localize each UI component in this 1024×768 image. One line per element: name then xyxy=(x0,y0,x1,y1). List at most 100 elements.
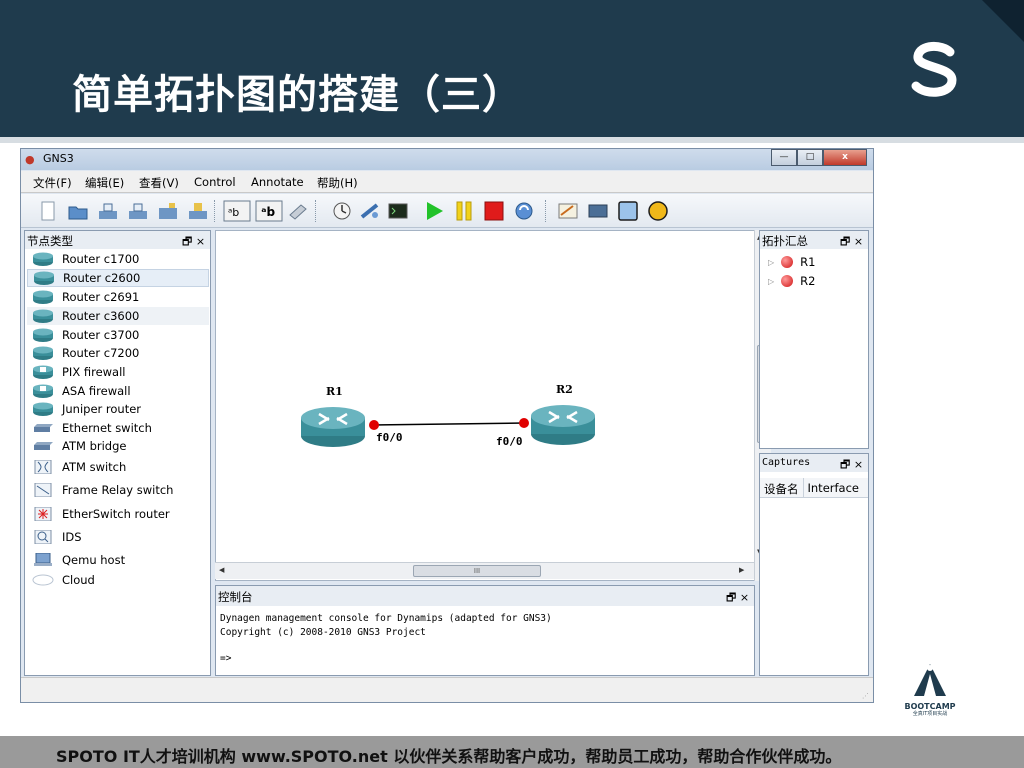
node-type-item[interactable]: Router c3600 xyxy=(27,307,209,325)
toolbar-separator xyxy=(545,200,546,222)
horizontal-scroll-thumb[interactable]: III xyxy=(413,565,541,577)
telnet-all-icon[interactable] xyxy=(359,201,381,221)
topology-summary-controls[interactable]: 🗗 × xyxy=(840,233,863,252)
node-type-label: Router c1700 xyxy=(62,252,140,266)
node-type-item[interactable]: Router c2691 xyxy=(27,288,209,306)
minimize-button[interactable]: — xyxy=(771,149,797,166)
router-r1[interactable] xyxy=(301,407,365,447)
node-type-label: Router c2600 xyxy=(63,271,141,285)
captures-controls[interactable]: 🗗 × xyxy=(840,456,863,475)
column-interface[interactable]: Interface xyxy=(804,478,864,497)
maximize-button[interactable]: □ xyxy=(797,149,823,166)
router-r1-label: R1 xyxy=(326,385,343,398)
node-type-item[interactable]: Ethernet switch xyxy=(27,419,209,437)
r1-interface-status-dot xyxy=(369,420,379,430)
scroll-right-icon[interactable]: ▶ xyxy=(739,566,744,574)
show-interfaces-icon[interactable]: ᵃb xyxy=(255,200,283,222)
node-type-item[interactable]: ATM bridge xyxy=(27,437,209,455)
topology-summary-panel: 拓扑汇总 🗗 × ▷ R1 ▷ R2 xyxy=(759,230,869,449)
node-type-item[interactable]: Frame Relay switch xyxy=(27,481,209,499)
resize-grip-icon[interactable]: ⋰ xyxy=(862,692,869,700)
menu-annotate[interactable]: Annotate xyxy=(251,175,304,189)
switch-icon xyxy=(34,424,53,432)
console-icon[interactable] xyxy=(387,201,409,221)
ellipse-icon[interactable] xyxy=(647,201,669,221)
window-titlebar[interactable]: ● GNS3 — □ x xyxy=(21,149,873,170)
node-type-label: Router c7200 xyxy=(62,346,140,360)
rectangle-icon[interactable] xyxy=(617,201,639,221)
summary-item-r2[interactable]: ▷ R2 xyxy=(768,272,815,290)
console-controls[interactable]: 🗗 × xyxy=(726,589,749,608)
console-line: Dynagen management console for Dynamips … xyxy=(220,613,552,624)
bridge-icon xyxy=(34,442,53,450)
open-icon[interactable] xyxy=(67,201,89,221)
router-icon xyxy=(33,346,53,360)
add-link-icon[interactable] xyxy=(287,201,309,221)
summary-item-r1[interactable]: ▷ R1 xyxy=(768,253,815,271)
save-as-icon[interactable] xyxy=(127,201,149,221)
node-type-item[interactable]: Router c1700 xyxy=(27,250,209,268)
import-icon[interactable] xyxy=(187,201,209,221)
console-prompt[interactable]: => xyxy=(220,653,231,664)
canvas-horizontal-scrollbar[interactable]: ◀ III ▶ xyxy=(215,562,754,579)
node-type-item[interactable]: EtherSwitch router xyxy=(27,505,209,523)
screenshot-icon[interactable] xyxy=(587,201,609,221)
column-device-name[interactable]: 设备名 xyxy=(760,478,804,497)
scroll-left-icon[interactable]: ◀ xyxy=(219,566,224,574)
window-controls: — □ x xyxy=(771,149,867,166)
close-button[interactable]: x xyxy=(823,149,867,166)
node-type-item[interactable]: Router c7200 xyxy=(27,344,209,362)
save-icon[interactable] xyxy=(97,201,119,221)
timer-icon[interactable] xyxy=(331,201,353,221)
node-type-label: Router c2691 xyxy=(62,290,140,304)
menu-control[interactable]: Control xyxy=(194,175,236,189)
router-r2[interactable] xyxy=(531,405,595,445)
router-r2-label: R2 xyxy=(556,383,573,396)
topology-canvas[interactable]: R1 R2 f0/0 f0/0 xyxy=(215,230,755,581)
topology-drawing xyxy=(301,405,595,447)
svg-text:ᵃb: ᵃb xyxy=(261,205,275,219)
show-hostnames-icon[interactable]: ᵃb xyxy=(223,200,251,222)
captures-panel: Captures 🗗 × 设备名 Interface xyxy=(759,453,869,676)
menu-help[interactable]: 帮助(H) xyxy=(317,175,358,191)
router-icon xyxy=(33,402,53,416)
note-icon[interactable] xyxy=(557,201,579,221)
node-type-item[interactable]: Qemu host xyxy=(27,551,209,569)
bootcamp-tent-icon xyxy=(914,664,946,696)
open-folder-icon[interactable] xyxy=(157,201,179,221)
node-type-item[interactable]: Router c2600 xyxy=(27,269,209,287)
node-type-item[interactable]: IDS xyxy=(27,528,209,546)
node-type-item[interactable]: Juniper router xyxy=(27,400,209,418)
bootcamp-name: BOOTCAMP xyxy=(904,702,956,711)
stop-icon[interactable] xyxy=(483,201,505,221)
node-type-label: Frame Relay switch xyxy=(62,483,174,497)
node-type-item[interactable]: PIX firewall xyxy=(27,363,209,381)
summary-item-label: R2 xyxy=(800,274,816,288)
pause-icon[interactable] xyxy=(453,201,475,221)
host-icon xyxy=(34,553,52,566)
node-type-item[interactable]: Cloud xyxy=(27,571,209,589)
menu-view[interactable]: 查看(V) xyxy=(139,175,179,191)
gns3-window: ● GNS3 — □ x 文件(F) 编辑(E) 查看(V) Control A… xyxy=(20,148,874,703)
router-icon xyxy=(33,252,53,266)
menu-edit[interactable]: 编辑(E) xyxy=(85,175,124,191)
captures-header: 设备名 Interface xyxy=(760,478,868,498)
node-type-item[interactable]: Router c3700 xyxy=(27,326,209,344)
reload-icon[interactable] xyxy=(513,201,535,221)
etherswitch-icon xyxy=(34,507,52,521)
slide-title: 简单拓扑图的搭建（三） xyxy=(72,72,523,118)
router-icon xyxy=(34,271,54,285)
footer-text: SPOTO IT人才培训机构 www.SPOTO.net 以伙伴关系帮助客户成功… xyxy=(56,747,842,766)
window-title: GNS3 xyxy=(43,152,74,165)
node-type-label: Qemu host xyxy=(62,553,126,567)
expand-arrow-icon[interactable]: ▷ xyxy=(768,277,774,286)
expand-arrow-icon[interactable]: ▷ xyxy=(768,258,774,267)
gns3-app-icon: ● xyxy=(25,153,35,166)
node-type-item[interactable]: ASA firewall xyxy=(27,382,209,400)
node-type-item[interactable]: ATM switch xyxy=(27,458,209,476)
new-icon[interactable] xyxy=(37,201,59,221)
start-icon[interactable] xyxy=(423,201,445,221)
stopped-status-icon xyxy=(781,275,794,287)
menu-file[interactable]: 文件(F) xyxy=(33,175,72,191)
console-line: Copyright (c) 2008-2010 GNS3 Project xyxy=(220,627,426,638)
